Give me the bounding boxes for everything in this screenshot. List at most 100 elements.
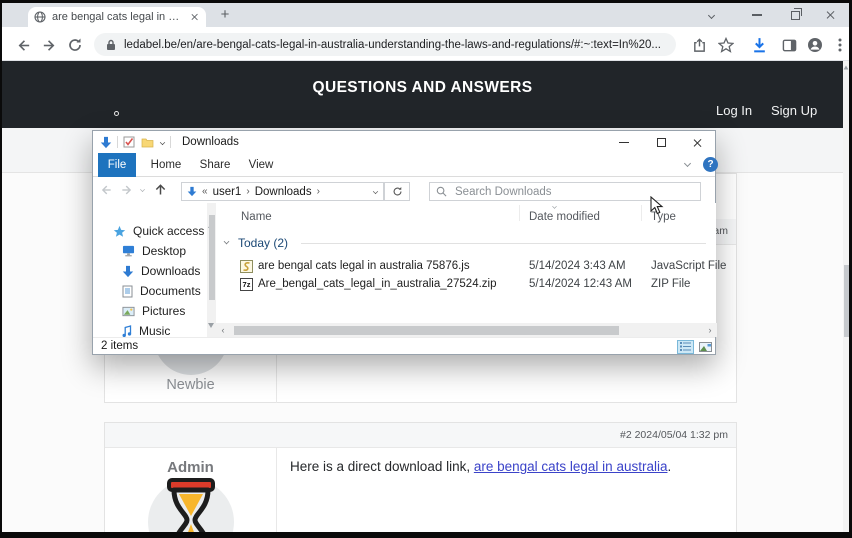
breadcrumb-sep-icon: › xyxy=(246,186,250,197)
address-bar[interactable]: ledabel.be/en/are-bengal-cats-legal-in-a… xyxy=(94,33,676,56)
quick-access-checkbox-icon[interactable] xyxy=(123,136,135,148)
download-icon[interactable] xyxy=(748,34,770,56)
address-row: « user1 › Downloads › xyxy=(93,177,715,203)
browser-tab[interactable]: are bengal cats legal in australia xyxy=(28,7,206,27)
forward-icon[interactable] xyxy=(38,34,60,56)
thumbnail-view-button[interactable] xyxy=(697,340,714,354)
tab-home[interactable]: Home xyxy=(148,153,184,177)
file-name[interactable]: are bengal cats legal in australia 75876… xyxy=(258,260,470,272)
nav-forward-icon[interactable] xyxy=(120,183,134,202)
post-2-author-label: Admin xyxy=(167,459,214,476)
folder-icon[interactable] xyxy=(141,137,154,148)
file-name[interactable]: Are_bengal_cats_legal_in_australia_27524… xyxy=(258,278,497,290)
sidebar-item-desktop[interactable]: Desktop xyxy=(122,241,236,261)
breadcrumb-bar[interactable]: « user1 › Downloads › xyxy=(181,182,384,201)
profile-avatar-icon[interactable] xyxy=(804,34,826,56)
tab-close-icon[interactable] xyxy=(191,13,199,21)
breadcrumb-overflow[interactable]: « xyxy=(202,186,208,197)
sidebar-desktop-label: Desktop xyxy=(142,244,187,258)
file-date: 5/14/2024 12:43 AM xyxy=(529,278,632,290)
column-separator[interactable] xyxy=(641,205,642,221)
post-1-role-label: Newbie xyxy=(166,377,215,393)
refresh-button[interactable] xyxy=(384,182,410,201)
explorer-maximize-button[interactable] xyxy=(646,135,676,150)
nav-up-icon[interactable] xyxy=(153,182,168,202)
documents-icon xyxy=(122,285,133,297)
tab-view[interactable]: View xyxy=(244,153,278,177)
file-type: JavaScript File xyxy=(651,260,727,272)
column-header-date-modified[interactable]: Date modified xyxy=(529,211,600,223)
scroll-right-icon[interactable]: › xyxy=(703,325,717,335)
sidebar-item-downloads[interactable]: Downloads xyxy=(122,261,236,281)
file-list-pane: Name Date modified Type Today (2) are be… xyxy=(216,203,726,323)
bookmark-star-icon[interactable] xyxy=(715,34,737,56)
tab-search-chevron-icon[interactable] xyxy=(702,8,720,22)
group-collapse-chevron-icon[interactable] xyxy=(223,238,230,245)
tab-share[interactable]: Share xyxy=(196,153,234,177)
post-2-body-suffix: . xyxy=(667,459,672,474)
lock-icon xyxy=(106,39,116,51)
group-rule xyxy=(301,243,706,244)
frame-left xyxy=(0,0,2,538)
tab-file[interactable]: File xyxy=(98,153,136,177)
frame-bottom xyxy=(0,532,852,538)
titlebar-separator xyxy=(117,136,118,148)
log-in-link[interactable]: Log In xyxy=(716,103,752,118)
window-close-button[interactable] xyxy=(822,8,840,22)
frame-top xyxy=(0,0,852,3)
help-icon[interactable]: ? xyxy=(703,157,718,172)
sidebar-item-documents[interactable]: Documents xyxy=(122,281,236,301)
menu-dots-icon[interactable] xyxy=(829,34,851,56)
nav-history-chevron-icon[interactable] xyxy=(140,187,145,192)
sign-up-link[interactable]: Sign Up xyxy=(771,103,817,118)
sidebar-item-pictures[interactable]: Pictures xyxy=(122,301,236,321)
file-explorer-window: Downloads File Home Share View ? « user1… xyxy=(92,130,726,355)
sidebar-item-quick-access[interactable]: Quick access xyxy=(113,221,204,241)
site-header: QUESTIONS AND ANSWERS Log In Sign Up xyxy=(2,61,843,128)
search-icon xyxy=(436,186,447,197)
ribbon-tab-bar: File Home Share View ? xyxy=(93,153,718,177)
post-2-download-link[interactable]: are bengal cats legal in australia xyxy=(474,459,668,474)
item-count: 2 items xyxy=(101,340,139,352)
sidebar-scrollbar-thumb[interactable] xyxy=(208,215,215,300)
hourglass-avatar-icon xyxy=(159,478,223,538)
breadcrumb-downloads-icon xyxy=(187,186,197,197)
window-restore-button[interactable] xyxy=(786,8,804,22)
details-view-button[interactable] xyxy=(677,339,694,354)
horizontal-scrollbar-thumb[interactable] xyxy=(234,325,619,335)
scroll-left-icon[interactable]: ‹ xyxy=(216,325,230,335)
sidebar-music-label: Music xyxy=(139,324,171,338)
zip-file-icon: 7z xyxy=(240,278,253,291)
reload-icon[interactable] xyxy=(64,34,86,56)
ribbon-collapse-chevron-icon[interactable] xyxy=(683,159,692,168)
new-tab-button[interactable]: + xyxy=(216,6,234,24)
sidebar-scrollbar[interactable] xyxy=(207,203,216,345)
screen: are bengal cats legal in australia + led… xyxy=(0,0,852,538)
column-separator[interactable] xyxy=(519,205,520,221)
search-input[interactable] xyxy=(453,184,653,199)
explorer-minimize-button[interactable] xyxy=(609,135,639,150)
column-header-name[interactable]: Name xyxy=(241,211,272,223)
post-2-timestamp: #2 2024/05/04 1:32 pm xyxy=(619,429,728,441)
breadcrumb-user1[interactable]: user1 xyxy=(213,186,242,198)
side-panel-icon[interactable] xyxy=(778,34,800,56)
horizontal-scrollbar[interactable]: ‹ › xyxy=(216,323,717,337)
group-header-today[interactable]: Today (2) xyxy=(238,236,288,250)
sidebar-quick-access-label: Quick access xyxy=(133,224,205,238)
explorer-close-button[interactable] xyxy=(683,135,713,150)
breadcrumb-downloads[interactable]: Downloads xyxy=(255,186,312,198)
file-row-zip[interactable]: 7z Are_bengal_cats_legal_in_australia_27… xyxy=(216,276,716,294)
desktop-icon xyxy=(122,245,135,257)
page-scrollbar-thumb[interactable] xyxy=(843,265,849,337)
sidebar-downloads-label: Downloads xyxy=(141,264,201,278)
post-2-body-prefix: Here is a direct download link, xyxy=(290,459,474,474)
qat-dropdown-chevron-icon[interactable] xyxy=(159,139,166,145)
tab-strip: are bengal cats legal in australia xyxy=(2,3,849,27)
quick-access-star-icon xyxy=(113,225,126,237)
file-row-js[interactable]: are bengal cats legal in australia 75876… xyxy=(216,258,726,276)
nav-back-icon[interactable] xyxy=(99,183,113,202)
back-icon[interactable] xyxy=(12,34,34,56)
address-dropdown-chevron-icon[interactable] xyxy=(372,188,379,195)
window-minimize-button[interactable] xyxy=(748,8,766,22)
share-icon[interactable] xyxy=(688,34,710,56)
